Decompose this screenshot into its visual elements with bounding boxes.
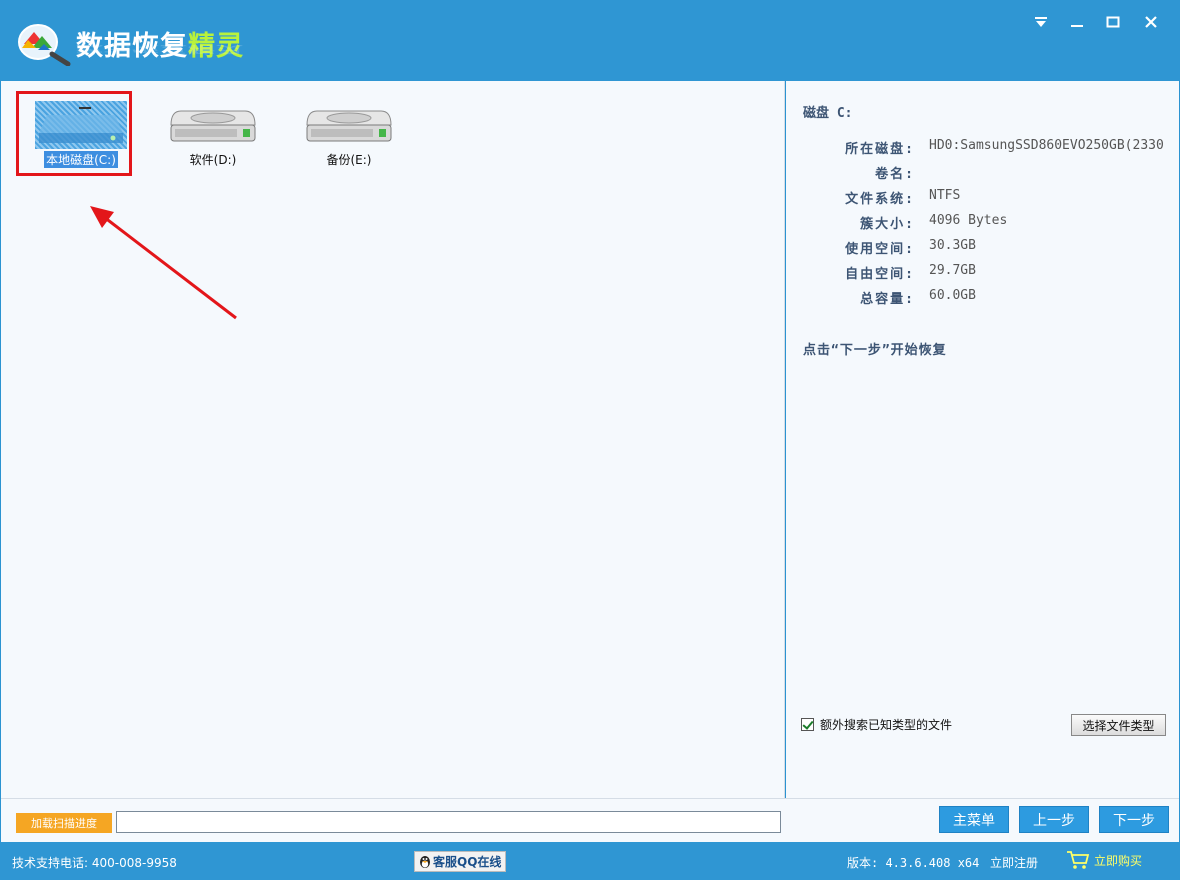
buy-now-link[interactable]: 立即购买 (1066, 850, 1142, 870)
dropdown-menu-icon[interactable] (1028, 10, 1054, 34)
scan-progress-field (116, 811, 781, 833)
app-title-reflection: 数据恢复精灵 (76, 43, 244, 55)
drive-item-e[interactable]: 备份(E:) (294, 98, 404, 173)
penguin-icon (420, 855, 430, 868)
info-row-free: 自由空间: 29.7GB (803, 263, 1173, 283)
minimize-icon[interactable] (1064, 10, 1090, 34)
drive-label-d: 软件(D:) (189, 153, 237, 167)
info-key: 卷名: (875, 167, 915, 182)
info-key: 所在磁盘: (845, 142, 915, 157)
status-bar: 技术支持电话: 400-008-9958 版本: 4.3.6.408 x64 立… (0, 842, 1180, 880)
disk-info-title: 磁盘 C: (803, 106, 853, 121)
drive-list-pane (1, 81, 785, 798)
annotation-arrow-icon (90, 206, 237, 320)
title-bar: 数据恢复精灵 数据恢复精灵 (0, 0, 1180, 81)
buy-now-label: 立即购买 (1094, 853, 1143, 868)
main-menu-button[interactable]: 主菜单 (939, 806, 1009, 833)
support-phone: 技术支持电话: 400-008-9958 (12, 856, 177, 870)
previous-step-button[interactable]: 上一步 (1019, 806, 1089, 833)
drive-label-e: 备份(E:) (326, 153, 372, 167)
hard-drive-icon (306, 110, 392, 142)
info-row-disk: 所在磁盘: HD0:SamsungSSD860EVO250GB(2330 (803, 138, 1173, 158)
info-value: 30.3GB (929, 238, 976, 253)
info-row-filesystem: 文件系统: NTFS (803, 188, 1173, 208)
info-value: 29.7GB (929, 263, 976, 278)
info-value (915, 163, 929, 183)
version-text: 版本: 4.3.6.408 x64 (847, 856, 980, 870)
load-scan-progress-button[interactable]: 加载扫描进度 (16, 813, 112, 833)
info-key: 总容量: (860, 292, 915, 307)
extra-search-checkbox[interactable] (801, 718, 814, 731)
info-value: NTFS (929, 188, 961, 203)
shopping-cart-icon (1067, 851, 1090, 869)
recovery-hint: 点击“下一步”开始恢复 (803, 343, 947, 358)
info-value: 4096 Bytes (929, 213, 1008, 228)
info-row-volume: 卷名: (803, 163, 1173, 183)
hard-drive-icon (170, 110, 256, 142)
info-value: 60.0GB (929, 288, 976, 303)
magnifier-logo-icon (18, 24, 71, 66)
drive-item-d[interactable]: 软件(D:) (158, 98, 268, 173)
maximize-icon[interactable] (1100, 10, 1126, 34)
selection-highlight-frame (16, 91, 132, 176)
choose-filetype-button[interactable]: 选择文件类型 (1071, 714, 1166, 736)
info-row-cluster: 簇大小: 4096 Bytes (803, 213, 1173, 233)
info-key: 簇大小: (860, 217, 915, 232)
register-link[interactable]: 立即注册 (990, 854, 1038, 871)
extra-search-option[interactable]: 额外搜索已知类型的文件 (801, 716, 952, 733)
close-icon[interactable] (1138, 10, 1164, 34)
info-value: HD0:SamsungSSD860EVO250GB(2330 (929, 138, 1164, 153)
next-step-button[interactable]: 下一步 (1099, 806, 1169, 833)
extra-search-label: 额外搜索已知类型的文件 (820, 718, 953, 732)
info-key: 使用空间: (845, 242, 915, 257)
info-key: 文件系统: (845, 192, 915, 207)
qq-support-label: 客服QQ在线 (433, 855, 502, 869)
info-key: 自由空间: (845, 267, 915, 282)
info-row-total: 总容量: 60.0GB (803, 288, 1173, 308)
qq-support-button[interactable]: 客服QQ在线 (414, 851, 506, 872)
info-row-used: 使用空间: 30.3GB (803, 238, 1173, 258)
